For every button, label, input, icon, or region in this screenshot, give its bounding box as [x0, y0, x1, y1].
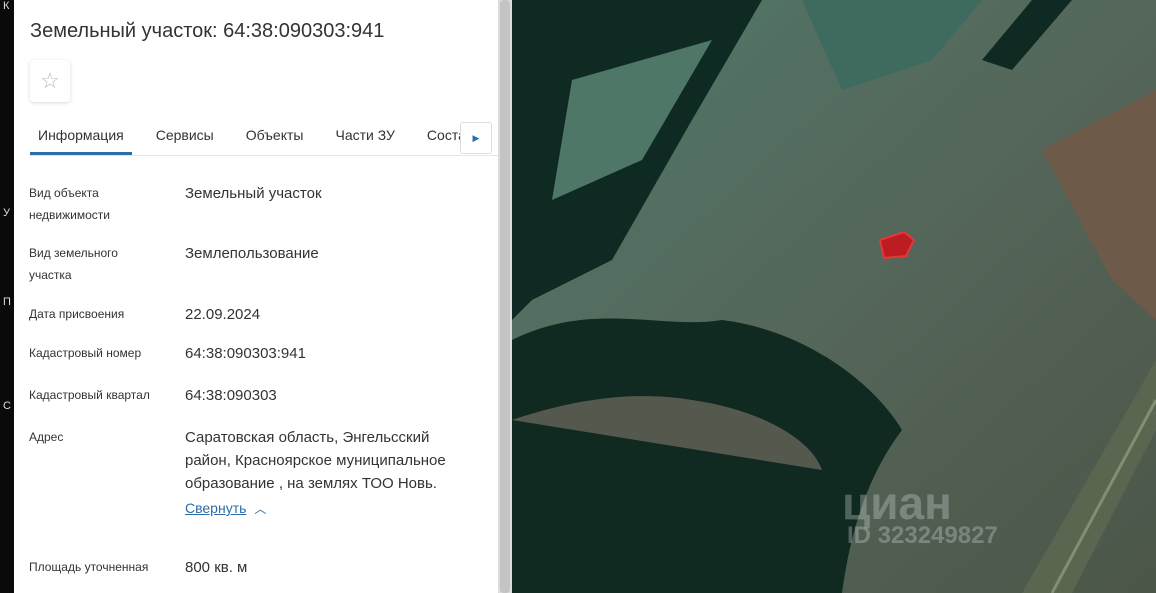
- field-row: Вид земельного участка Землепользование: [29, 242, 485, 286]
- field-row: Адрес Саратовская область, Энгельсский ра…: [29, 426, 475, 521]
- field-value: 64:38:090303:941: [185, 345, 306, 362]
- satellite-map[interactable]: циан ID 323249827: [512, 0, 1156, 593]
- field-row: Кадастровый номер 64:38:090303:941: [29, 342, 485, 365]
- favorite-button[interactable]: ☆: [30, 60, 70, 102]
- field-label: Дата присвоения: [29, 307, 125, 321]
- info-panel: Земельный участок: 64:38:090303:941 ☆ Ин…: [14, 0, 498, 593]
- field-value: Землепользование: [185, 245, 319, 262]
- triangle-right-icon: ▶: [472, 132, 480, 143]
- field-label: Вид объекта недвижимости: [29, 186, 110, 222]
- field-value: Земельный участок: [185, 185, 322, 202]
- scrollbar-thumb[interactable]: [500, 0, 510, 593]
- left-edge-strip: К У П С: [0, 0, 14, 593]
- field-value: 800 кв. м: [185, 559, 248, 576]
- strip-letter: С: [3, 400, 11, 412]
- field-label: Вид земельного участка: [29, 246, 118, 282]
- map-imagery: [512, 0, 1156, 593]
- tabs-next-button[interactable]: ▶: [460, 122, 492, 154]
- field-value: 22.09.2024: [185, 306, 261, 323]
- field-row: Дата присвоения 22.09.2024: [29, 303, 485, 326]
- cian-id-watermark: ID 323249827: [847, 522, 998, 549]
- field-value: Саратовская область, Энгельсский район, …: [185, 426, 475, 521]
- tab-parts[interactable]: Части ЗУ: [335, 118, 394, 155]
- address-text: Саратовская область, Энгельсский район, …: [185, 429, 446, 492]
- field-label: Кадастровый квартал: [29, 388, 150, 402]
- page-title: Земельный участок: 64:38:090303:941: [30, 20, 385, 42]
- field-value: 64:38:090303: [185, 387, 277, 404]
- field-row: Вид объекта недвижимости Земельный участо…: [29, 182, 485, 226]
- tab-objects[interactable]: Объекты: [246, 118, 304, 155]
- strip-letter: У: [3, 207, 10, 219]
- tab-info[interactable]: Информация: [30, 118, 132, 155]
- field-row: Площадь уточненная 800 кв. м: [29, 556, 485, 579]
- star-icon: ☆: [40, 68, 60, 93]
- field-label: Адрес: [29, 430, 64, 444]
- field-label: Площадь уточненная: [29, 560, 149, 574]
- field-label: Кадастровый номер: [29, 346, 142, 360]
- panel-scrollbar[interactable]: [498, 0, 512, 593]
- field-row: Кадастровый квартал 64:38:090303: [29, 384, 485, 407]
- tab-bar: Информация Сервисы Объекты Части ЗУ Сост…: [30, 118, 498, 156]
- strip-letter: К: [3, 0, 10, 12]
- strip-letter: П: [3, 296, 11, 308]
- tab-services[interactable]: Сервисы: [156, 118, 214, 155]
- collapse-link[interactable]: Свернуть: [185, 500, 246, 516]
- chevron-up-icon: ︿: [254, 502, 267, 516]
